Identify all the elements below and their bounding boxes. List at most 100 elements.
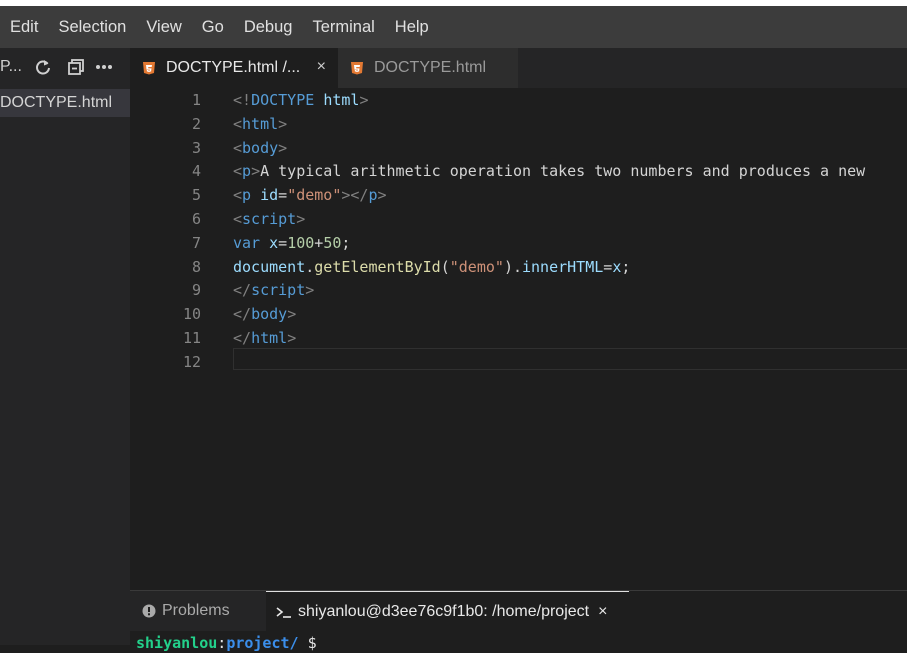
code-line[interactable]: 8 document.getElementById("demo").innerHT… [130, 255, 907, 279]
code-text: <p id="demo"></p> [233, 183, 387, 207]
close-icon[interactable]: × [317, 58, 326, 76]
code-token: document [233, 257, 306, 276]
close-icon[interactable]: × [598, 603, 607, 621]
terminal-prompt-line[interactable]: shiyanlou:project/ $ [136, 633, 317, 653]
code-token: ; [341, 233, 351, 252]
code-token: body [251, 305, 288, 324]
line-number: 11 [182, 329, 201, 347]
html5-icon [142, 61, 156, 75]
code-token: > [251, 162, 261, 181]
code-token: 100 [287, 233, 315, 252]
more-icon[interactable] [94, 57, 114, 77]
code-token: html [323, 91, 360, 109]
code-token: = [603, 257, 613, 276]
code-text: <body> [233, 136, 287, 160]
line-number: 4 [191, 162, 201, 181]
tab-doctype[interactable]: DOCTYPE.html [338, 48, 518, 88]
prompt-user: shiyanlou [136, 634, 218, 652]
code-token: html [251, 329, 288, 347]
menu-bar: Edit Selection View Go Debug Terminal He… [0, 6, 907, 48]
explorer-title: P... [0, 58, 22, 75]
code-token: </ [233, 329, 252, 347]
code-token: script [251, 281, 306, 300]
menu-edit[interactable]: Edit [0, 6, 48, 48]
explorer-sidebar: P... DOCTYPE.html [0, 48, 130, 645]
code-token: . [305, 257, 315, 276]
code-token: < [233, 210, 243, 228]
code-token: <! [233, 91, 252, 109]
code-token: x [612, 257, 622, 276]
code-token: id [260, 186, 279, 205]
code-token: = [278, 233, 288, 252]
html5-icon [350, 61, 364, 75]
menu-selection[interactable]: Selection [48, 6, 136, 48]
code-token: ; [621, 257, 631, 276]
code-line[interactable]: 6 <script> [130, 207, 907, 231]
code-text: <!DOCTYPE html> [233, 88, 368, 112]
code-token: "demo" [287, 186, 342, 205]
code-token: < [233, 114, 243, 133]
code-token: x [269, 233, 279, 252]
menu-help[interactable]: Help [385, 6, 439, 48]
code-line[interactable]: 1 <!DOCTYPE html> [130, 88, 907, 112]
code-text: var x=100+50; [233, 231, 350, 255]
code-token: > [287, 305, 297, 324]
code-text: <html> [233, 112, 287, 136]
code-line[interactable]: 3 <body> [130, 136, 907, 160]
prompt-symbol: $ [298, 634, 317, 652]
code-line[interactable]: 4 <p>A typical arithmetic operation takes… [130, 159, 907, 183]
code-line[interactable]: 2 <html> [130, 112, 907, 136]
code-line[interactable]: 10 </body> [130, 302, 907, 326]
line-number: 9 [191, 281, 201, 300]
code-line[interactable]: 11 </html> [130, 326, 907, 350]
menu-view[interactable]: View [136, 6, 191, 48]
refresh-icon[interactable] [33, 57, 53, 77]
code-token: = [278, 186, 288, 205]
problems-label: Problems [162, 602, 230, 619]
tab-terminal[interactable]: shiyanlou@d3ee76c9f1b0: /home/project × [266, 591, 629, 631]
menu-go[interactable]: Go [192, 6, 234, 48]
code-token: > [296, 210, 306, 228]
code-text: document.getElementById("demo").innerHTM… [233, 255, 630, 279]
code-token: p [242, 162, 252, 181]
collapse-all-icon[interactable] [66, 57, 86, 77]
code-token: getElementById [314, 257, 441, 276]
code-token: </ [233, 281, 252, 300]
code-token: DOCTYPE [251, 91, 315, 109]
line-number: 1 [191, 91, 201, 109]
terminal-icon [276, 605, 292, 619]
code-text: <p>A typical arithmetic operation takes … [233, 159, 865, 183]
code-token: "demo" [449, 257, 504, 276]
tab-problems[interactable]: Problems [130, 591, 266, 631]
line-number: 2 [191, 114, 201, 133]
code-text: </script> [233, 278, 314, 302]
code-token: html [242, 114, 279, 133]
code-editor[interactable]: 1 <!DOCTYPE html> 2 <html> 3 <body> 4 <p>A typi… [130, 88, 907, 590]
line-number: 5 [191, 186, 201, 205]
code-token: ). [503, 257, 522, 276]
code-token: > [305, 281, 315, 300]
code-line[interactable]: 9 </script> [130, 278, 907, 302]
code-token: > [278, 114, 288, 133]
prompt-separator: : [217, 634, 227, 652]
line-number: 3 [191, 138, 201, 157]
code-line[interactable]: 7 var x=100+50; [130, 231, 907, 255]
code-token: > [278, 138, 288, 157]
code-line[interactable]: 5 <p id="demo"></p> [130, 183, 907, 207]
code-token: p [368, 186, 378, 205]
code-text: <script> [233, 207, 305, 231]
menu-terminal[interactable]: Terminal [302, 6, 384, 48]
code-text: </body> [233, 302, 296, 326]
code-line[interactable]: 12 [130, 350, 907, 374]
menu-debug[interactable]: Debug [234, 6, 303, 48]
code-token: < [233, 162, 243, 181]
file-item-doctype[interactable]: DOCTYPE.html [0, 89, 130, 117]
tab-doctype-active[interactable]: DOCTYPE.html /... × [130, 48, 338, 88]
code-token: > [377, 186, 387, 205]
tab-label: DOCTYPE.html [374, 59, 487, 76]
code-token: script [242, 210, 297, 228]
code-token: 50 [323, 233, 342, 252]
code-token: + [314, 233, 324, 252]
